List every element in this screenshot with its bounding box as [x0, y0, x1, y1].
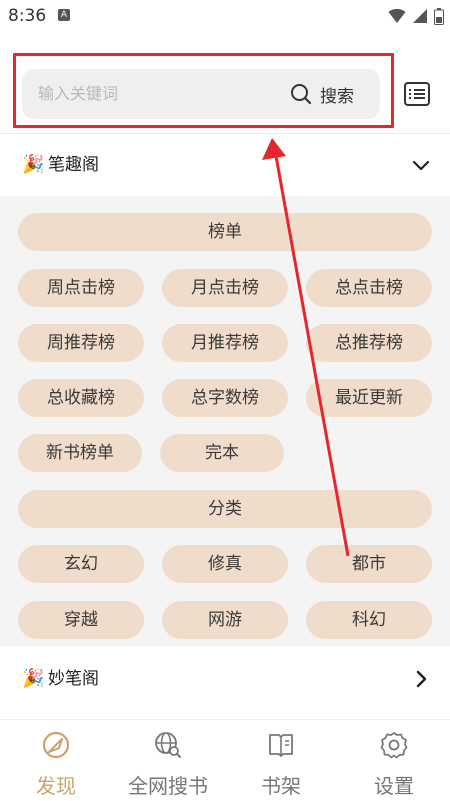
wifi-icon — [388, 8, 406, 23]
search-area: 搜索 — [0, 50, 450, 132]
category-pill[interactable]: 科幻 — [306, 601, 432, 639]
source-panel: 榜单 周点击榜 月点击榜 总点击榜 周推荐榜 月推荐榜 总推荐榜 总收藏榜 总字… — [0, 196, 450, 646]
nav-label: 发现 — [36, 774, 76, 798]
section-header-miaobige[interactable]: 🎉 妙笔阁 — [0, 648, 450, 710]
compass-icon — [42, 731, 70, 759]
book-icon — [269, 734, 293, 757]
bottom-nav: 发现 全网搜书 书架 设置 — [0, 719, 450, 801]
list-menu-icon[interactable] — [402, 79, 432, 109]
nav-tab-bookshelf[interactable]: 书架 — [225, 728, 337, 800]
cell-signal-icon — [413, 9, 427, 23]
category-pill[interactable]: 玄幻 — [18, 545, 144, 583]
nav-label: 设置 — [374, 774, 414, 798]
rank-pill[interactable]: 完本 — [160, 434, 284, 472]
rank-pill[interactable]: 月点击榜 — [162, 269, 288, 307]
rank-pill[interactable]: 总字数榜 — [162, 379, 288, 417]
globe-search-icon — [155, 732, 181, 758]
status-time: 8:36 — [8, 6, 47, 26]
rank-pill[interactable]: 最近更新 — [306, 379, 432, 417]
section-header-biquge[interactable]: 🎉 笔趣阁 — [0, 134, 450, 196]
nav-label: 全网搜书 — [128, 774, 208, 798]
status-icons — [388, 7, 444, 25]
annotation-highlight-box — [13, 53, 394, 128]
chevron-down-icon[interactable] — [410, 154, 432, 176]
party-popper-icon: 🎉 — [22, 154, 45, 175]
category-pill[interactable]: 修真 — [162, 545, 288, 583]
rank-pill[interactable]: 周点击榜 — [18, 269, 144, 307]
notification-icon: A — [58, 9, 70, 21]
chevron-right-icon[interactable] — [410, 668, 432, 690]
rank-pill[interactable]: 月推荐榜 — [162, 324, 288, 362]
section-title: 妙笔阁 — [48, 669, 99, 689]
category-pill[interactable]: 都市 — [306, 545, 432, 583]
rank-header-pill[interactable]: 榜单 — [18, 213, 432, 251]
category-header-pill[interactable]: 分类 — [18, 490, 432, 528]
rank-pill[interactable]: 总推荐榜 — [306, 324, 432, 362]
party-popper-icon: 🎉 — [22, 668, 45, 689]
battery-icon — [434, 7, 444, 25]
nav-tab-discover[interactable]: 发现 — [0, 728, 112, 800]
category-pill[interactable]: 穿越 — [18, 601, 144, 639]
nav-tab-settings[interactable]: 设置 — [338, 728, 450, 800]
nav-label: 书架 — [261, 774, 301, 798]
nav-tab-global-search[interactable]: 全网搜书 — [112, 728, 224, 800]
category-pill[interactable]: 网游 — [162, 601, 288, 639]
status-bar: 8:36 A — [0, 0, 450, 32]
rank-pill[interactable]: 周推荐榜 — [18, 324, 144, 362]
section-title: 笔趣阁 — [48, 155, 99, 175]
rank-pill[interactable]: 新书榜单 — [18, 434, 142, 472]
rank-pill[interactable]: 总点击榜 — [306, 269, 432, 307]
gear-icon — [380, 732, 408, 759]
rank-pill[interactable]: 总收藏榜 — [18, 379, 144, 417]
